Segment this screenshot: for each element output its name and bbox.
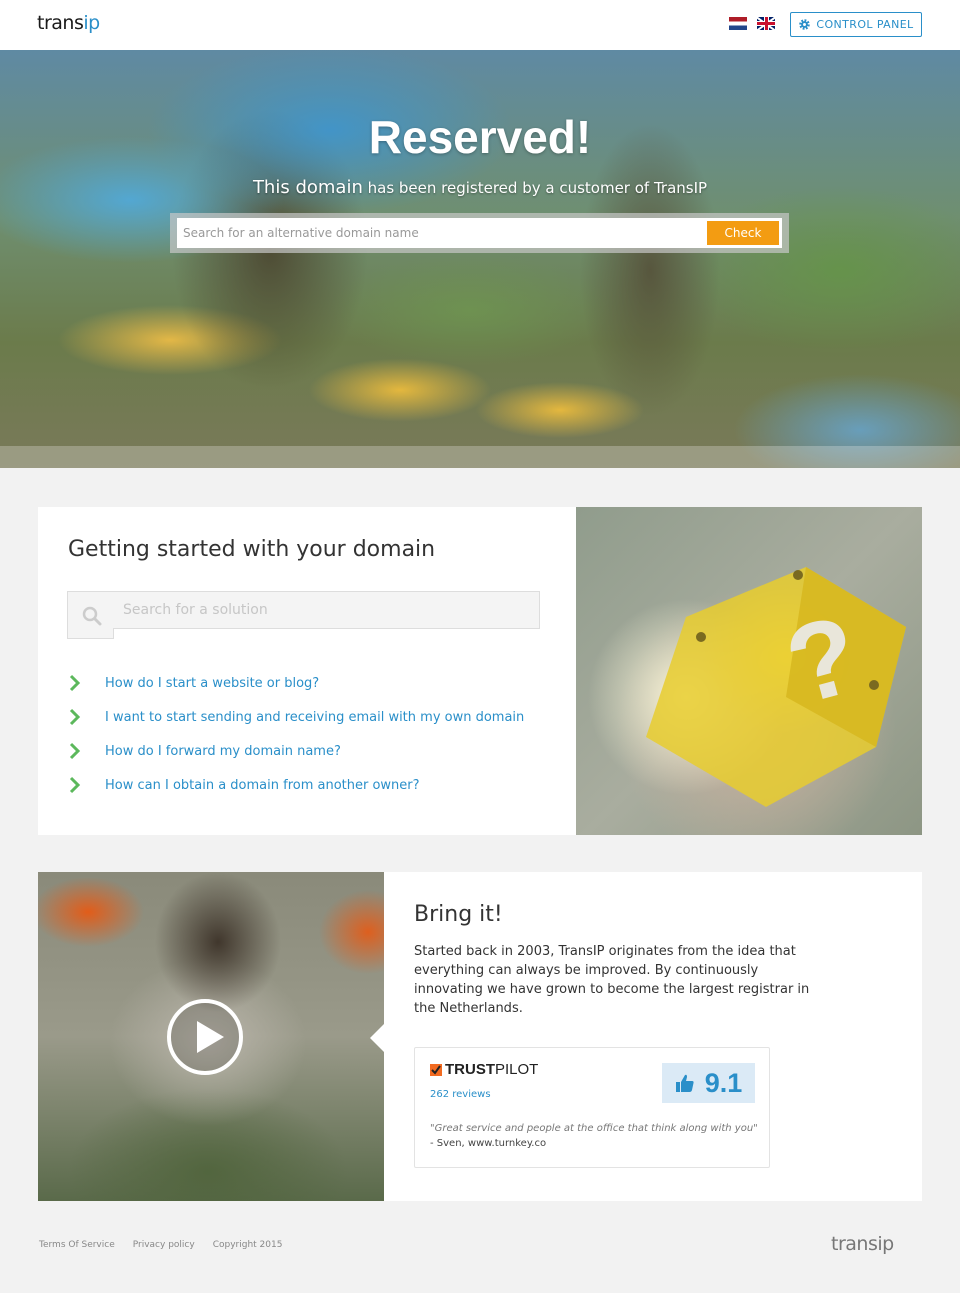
faq-link-label: I want to start sending and receiving em… bbox=[105, 709, 525, 725]
footer-logo-trans: trans bbox=[831, 1233, 878, 1255]
solution-search-input[interactable] bbox=[123, 592, 533, 628]
faq-link-email[interactable]: I want to start sending and receiving em… bbox=[68, 700, 524, 734]
thumbs-up-icon bbox=[675, 1074, 694, 1092]
bring-it-text: Started back in 2003, TransIP originates… bbox=[414, 944, 810, 1016]
flag-netherlands-icon[interactable] bbox=[729, 17, 747, 30]
faq-list: How do I start a website or blog? I want… bbox=[68, 666, 524, 802]
trustpilot-star-icon bbox=[430, 1063, 442, 1076]
logo-text-ip: ip bbox=[83, 12, 100, 34]
promo-video[interactable] bbox=[38, 872, 384, 1201]
video-notch bbox=[370, 1024, 384, 1052]
trustpilot-score-badge: 9.1 bbox=[662, 1063, 755, 1103]
trustpilot-author: - Sven, www.turnkey.co bbox=[430, 1138, 547, 1149]
terms-of-service-link[interactable]: Terms Of Service bbox=[39, 1240, 115, 1250]
footer-logo: transip bbox=[831, 1233, 894, 1255]
trustpilot-reviews-link[interactable]: 262 reviews bbox=[430, 1089, 491, 1100]
question-block-illustration: ? bbox=[646, 567, 906, 807]
logo-text-trans: trans bbox=[37, 12, 84, 34]
flag-uk-icon[interactable] bbox=[757, 17, 775, 30]
trustpilot-score: 9.1 bbox=[704, 1067, 743, 1098]
hero-title: Reserved! bbox=[368, 111, 592, 163]
chevron-right-icon bbox=[69, 674, 81, 692]
control-panel-label: CONTROL PANEL bbox=[816, 18, 914, 31]
domain-search-input[interactable] bbox=[177, 218, 707, 248]
bring-it-section: Bring it! Started back in 2003, TransIP … bbox=[38, 872, 922, 1201]
faq-link-label: How do I forward my domain name? bbox=[105, 743, 341, 759]
header: transip CONTROL PANEL bbox=[0, 0, 960, 50]
footer-logo-ip: ip bbox=[877, 1233, 894, 1255]
footer-links: Terms Of Service Privacy policy Copyrigh… bbox=[39, 1240, 282, 1250]
getting-started-section: Getting started with your domain How do … bbox=[38, 507, 922, 835]
chevron-right-icon bbox=[69, 708, 81, 726]
trustpilot-widget[interactable]: TRUSTPILOT 262 reviews 9.1 "Great servic… bbox=[414, 1047, 770, 1168]
copyright-text: Copyright 2015 bbox=[212, 1240, 283, 1250]
faq-link-obtain[interactable]: How can I obtain a domain from another o… bbox=[68, 768, 524, 802]
faq-link-label: How can I obtain a domain from another o… bbox=[105, 777, 420, 793]
trustpilot-logo-rest: PILOT bbox=[495, 1061, 539, 1078]
trustpilot-quote: "Great service and people at the office … bbox=[430, 1123, 758, 1134]
gear-icon bbox=[799, 19, 811, 30]
question-block-image: ? bbox=[576, 507, 922, 835]
hero-bottom-strip bbox=[0, 446, 960, 468]
play-icon[interactable] bbox=[166, 998, 244, 1076]
check-button[interactable]: Check bbox=[707, 221, 779, 245]
hero-subtitle-text: has been registered by a customer of Tra… bbox=[362, 179, 708, 197]
getting-started-title: Getting started with your domain bbox=[68, 537, 436, 562]
faq-link-website[interactable]: How do I start a website or blog? bbox=[68, 666, 524, 700]
hero-subtitle-emphasis: This domain bbox=[252, 177, 363, 198]
solution-search bbox=[67, 591, 541, 640]
privacy-policy-link[interactable]: Privacy policy bbox=[133, 1240, 195, 1250]
chevron-right-icon bbox=[69, 776, 81, 794]
transip-logo[interactable]: transip bbox=[37, 12, 100, 34]
hero-banner: Reserved! This domain has been registere… bbox=[0, 50, 960, 468]
faq-link-forward[interactable]: How do I forward my domain name? bbox=[68, 734, 524, 768]
bring-it-title: Bring it! bbox=[414, 902, 503, 927]
trustpilot-logo-bold: TRUST bbox=[445, 1061, 495, 1078]
search-icon bbox=[82, 606, 102, 626]
domain-search-bar: Check bbox=[170, 213, 789, 253]
trustpilot-logo: TRUSTPILOT bbox=[430, 1061, 538, 1078]
faq-link-label: How do I start a website or blog? bbox=[105, 675, 320, 691]
chevron-right-icon bbox=[69, 742, 81, 760]
hero-subtitle: This domain has been registered by a cus… bbox=[0, 177, 960, 198]
solution-search-icon-box[interactable] bbox=[67, 591, 114, 639]
control-panel-button[interactable]: CONTROL PANEL bbox=[790, 12, 922, 37]
